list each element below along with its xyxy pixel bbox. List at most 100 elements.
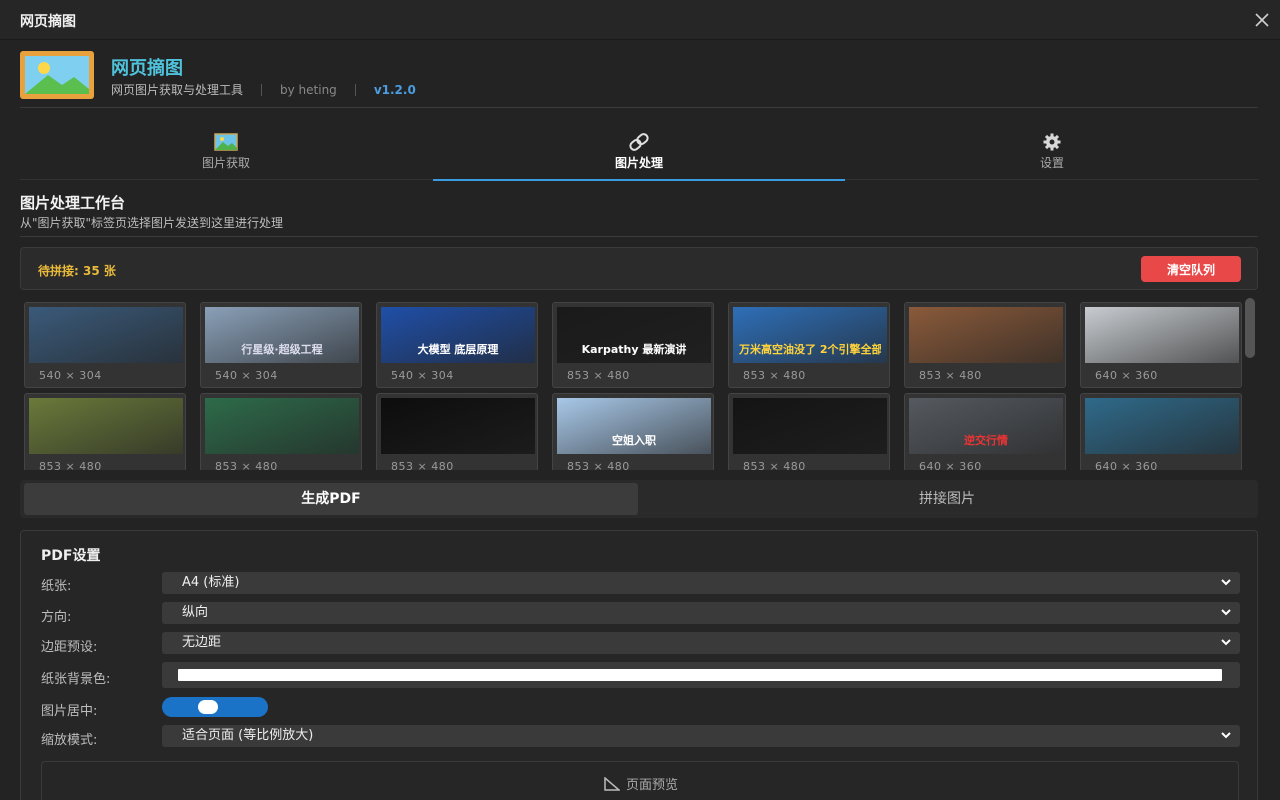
thumbnail-card[interactable]: 逆交行情 640 × 360	[904, 393, 1066, 470]
gear-icon	[1043, 133, 1061, 151]
thumbnail-image: Karpathy 最新演讲	[557, 307, 711, 363]
thumbnail-dimensions: 640 × 360	[919, 460, 982, 470]
thumbnail-card[interactable]: 540 × 304	[24, 302, 186, 388]
window-titlebar: 网页摘图	[0, 0, 1280, 40]
mode-stitch-images[interactable]: 拼接图片	[640, 483, 1254, 515]
grid-scrollbar[interactable]	[1245, 298, 1255, 358]
thumbnail-image	[29, 307, 183, 363]
app-version: v1.2.0	[373, 82, 416, 97]
thumbnail-image	[1085, 398, 1239, 454]
thumbnail-dimensions: 853 × 480	[743, 460, 806, 470]
thumbnail-caption: 行星级·超级工程	[241, 343, 323, 356]
page-preview: 页面预览	[41, 761, 1239, 800]
preview-label: 页面预览	[42, 774, 1240, 793]
thumbnail-caption: 空姐入职	[612, 434, 656, 447]
window-title: 网页摘图	[20, 14, 76, 30]
thumbnail-dimensions: 640 × 360	[1095, 369, 1158, 382]
thumbnail-card[interactable]: 空姐入职 853 × 480	[552, 393, 714, 470]
thumbnail-card[interactable]: 853 × 480	[904, 302, 1066, 388]
tab-image-fetch[interactable]: 图片获取	[20, 126, 432, 180]
thumbnail-card[interactable]: 640 × 360	[1080, 393, 1242, 470]
thumbnail-caption: 大模型 底层原理	[417, 343, 499, 356]
close-icon[interactable]	[1250, 8, 1274, 32]
orientation-label: 方向:	[41, 610, 72, 625]
thumbnail-image	[1085, 307, 1239, 363]
thumbnail-image	[381, 398, 535, 454]
divider	[20, 236, 1258, 237]
queue-count: 待拼接: 35 张	[38, 264, 116, 278]
preview-text: 页面预览	[625, 778, 678, 793]
center-label: 图片居中:	[41, 704, 98, 719]
paper-value: A4 (标准)	[182, 575, 240, 590]
app-header: 网页摘图 网页图片获取与处理工具 by heting v1.2.0	[20, 48, 1258, 108]
thumbnail-dimensions: 853 × 480	[215, 460, 278, 470]
tab-image-process[interactable]: 图片处理	[433, 126, 845, 181]
paper-label: 纸张:	[41, 579, 72, 594]
app-author: by heting	[280, 82, 337, 97]
bg-color-picker[interactable]	[162, 662, 1240, 688]
tab-label: 图片获取	[201, 156, 250, 170]
app-tagline: 网页图片获取与处理工具	[111, 83, 244, 97]
thumbnail-dimensions: 540 × 304	[39, 369, 102, 382]
queue-bar: 待拼接: 35 张 清空队列	[20, 247, 1258, 290]
thumbnail-card[interactable]: 853 × 480	[200, 393, 362, 470]
divider	[261, 83, 263, 96]
mode-generate-pdf[interactable]: 生成PDF	[24, 483, 638, 515]
thumbnail-card[interactable]: 853 × 480	[376, 393, 538, 470]
thumbnail-image	[733, 398, 887, 454]
thumbnail-caption: 万米高空油没了 2个引擎全部熄火	[739, 343, 881, 356]
tab-settings[interactable]: 设置	[846, 126, 1258, 180]
main-tabs: 图片获取 图片处理 设置	[20, 126, 1258, 181]
bg-color-swatch	[178, 669, 1222, 681]
thumbnail-card[interactable]: 行星级·超级工程 540 × 304	[200, 302, 362, 388]
toggle-knob	[198, 700, 218, 714]
chevron-down-icon	[1221, 732, 1231, 739]
chevron-down-icon	[1221, 609, 1231, 616]
thumbnail-image	[909, 307, 1063, 363]
link-icon	[629, 133, 649, 151]
divider	[354, 83, 356, 96]
thumbnail-dimensions: 853 × 480	[39, 460, 102, 470]
ruler-icon	[604, 777, 620, 791]
margin-value: 无边距	[182, 635, 222, 650]
thumbnail-card[interactable]: 853 × 480	[24, 393, 186, 470]
thumbnail-grid: 540 × 304 行星级·超级工程 540 × 304 大模型 底层原理 540 × …	[20, 298, 1242, 470]
scale-value: 适合页面 (等比例放大)	[182, 728, 314, 743]
paper-select[interactable]: A4 (标准)	[162, 572, 1240, 594]
image-icon	[214, 133, 238, 151]
thumbnail-card[interactable]: Karpathy 最新演讲 853 × 480	[552, 302, 714, 388]
thumbnail-dimensions: 853 × 480	[919, 369, 982, 382]
pdf-settings-title: PDF设置	[41, 548, 101, 564]
thumbnail-caption: 逆交行情	[964, 434, 1008, 447]
thumbnail-caption: Karpathy 最新演讲	[581, 343, 687, 356]
chevron-down-icon	[1221, 639, 1231, 646]
thumbnail-image	[29, 398, 183, 454]
pdf-settings-panel: PDF设置 纸张: A4 (标准) 方向: 纵向 边距预设: 无边距 纸张背景色…	[20, 530, 1258, 800]
thumbnail-dimensions: 853 × 480	[391, 460, 454, 470]
thumbnail-dimensions: 853 × 480	[567, 460, 630, 470]
mode-switch: 生成PDF 拼接图片	[20, 480, 1258, 518]
thumbnail-dimensions: 853 × 480	[743, 369, 806, 382]
center-toggle[interactable]	[162, 697, 268, 717]
thumbnail-image	[205, 398, 359, 454]
bg-color-label: 纸张背景色:	[41, 672, 111, 687]
tab-label: 设置	[1039, 156, 1064, 170]
thumbnail-dimensions: 540 × 304	[391, 369, 454, 382]
thumbnail-card[interactable]: 万米高空油没了 2个引擎全部熄火 853 × 480	[728, 302, 890, 388]
orientation-value: 纵向	[182, 605, 209, 620]
scale-select[interactable]: 适合页面 (等比例放大)	[162, 725, 1240, 747]
orientation-select[interactable]: 纵向	[162, 602, 1240, 624]
workspace-subtitle: 从"图片获取"标签页选择图片发送到这里进行处理	[20, 216, 284, 230]
thumbnail-image: 大模型 底层原理	[381, 307, 535, 363]
clear-queue-button[interactable]: 清空队列	[1141, 256, 1241, 282]
app-name: 网页摘图	[111, 58, 183, 79]
app-logo-icon	[20, 51, 94, 99]
thumbnail-card[interactable]: 大模型 底层原理 540 × 304	[376, 302, 538, 388]
margin-select[interactable]: 无边距	[162, 632, 1240, 654]
thumbnail-dimensions: 640 × 360	[1095, 460, 1158, 470]
thumbnail-image: 空姐入职	[557, 398, 711, 454]
thumbnail-card[interactable]: 640 × 360	[1080, 302, 1242, 388]
app-subline: 网页图片获取与处理工具 by heting v1.2.0	[111, 81, 416, 98]
thumbnail-card[interactable]: 853 × 480	[728, 393, 890, 470]
workspace-title: 图片处理工作台	[20, 194, 126, 212]
